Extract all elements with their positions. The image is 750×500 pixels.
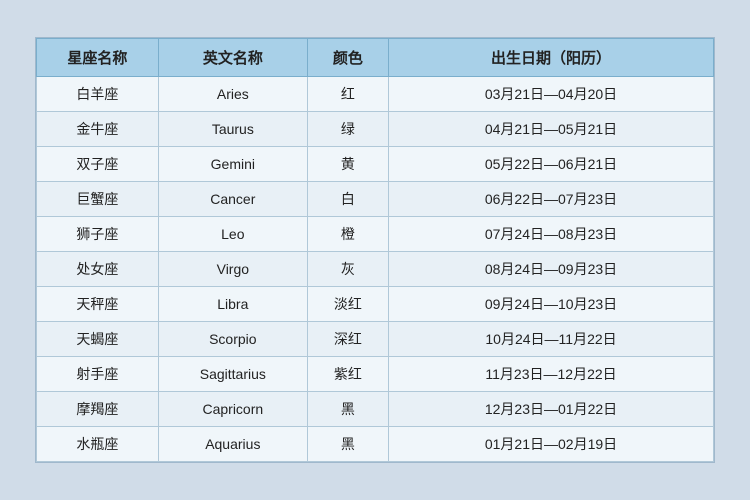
zodiac-table-container: 星座名称 英文名称 颜色 出生日期（阳历） 白羊座Aries红03月21日—04…: [35, 37, 715, 463]
cell-english: Leo: [158, 217, 307, 252]
cell-chinese: 天蝎座: [37, 322, 159, 357]
header-color: 颜色: [307, 39, 388, 77]
table-row: 白羊座Aries红03月21日—04月20日: [37, 77, 714, 112]
table-header-row: 星座名称 英文名称 颜色 出生日期（阳历）: [37, 39, 714, 77]
cell-date: 01月21日—02月19日: [389, 427, 714, 462]
cell-date: 05月22日—06月21日: [389, 147, 714, 182]
table-row: 天秤座Libra淡红09月24日—10月23日: [37, 287, 714, 322]
cell-english: Scorpio: [158, 322, 307, 357]
cell-date: 08月24日—09月23日: [389, 252, 714, 287]
table-row: 双子座Gemini黄05月22日—06月21日: [37, 147, 714, 182]
cell-english: Libra: [158, 287, 307, 322]
cell-color: 黄: [307, 147, 388, 182]
cell-english: Taurus: [158, 112, 307, 147]
header-date: 出生日期（阳历）: [389, 39, 714, 77]
cell-english: Aquarius: [158, 427, 307, 462]
cell-chinese: 水瓶座: [37, 427, 159, 462]
cell-color: 黑: [307, 392, 388, 427]
cell-color: 灰: [307, 252, 388, 287]
cell-chinese: 处女座: [37, 252, 159, 287]
cell-color: 红: [307, 77, 388, 112]
cell-chinese: 双子座: [37, 147, 159, 182]
table-row: 摩羯座Capricorn黑12月23日—01月22日: [37, 392, 714, 427]
table-row: 天蝎座Scorpio深红10月24日—11月22日: [37, 322, 714, 357]
cell-date: 09月24日—10月23日: [389, 287, 714, 322]
cell-date: 07月24日—08月23日: [389, 217, 714, 252]
cell-color: 橙: [307, 217, 388, 252]
cell-chinese: 摩羯座: [37, 392, 159, 427]
cell-english: Aries: [158, 77, 307, 112]
table-row: 狮子座Leo橙07月24日—08月23日: [37, 217, 714, 252]
header-chinese: 星座名称: [37, 39, 159, 77]
zodiac-table: 星座名称 英文名称 颜色 出生日期（阳历） 白羊座Aries红03月21日—04…: [36, 38, 714, 462]
cell-date: 06月22日—07月23日: [389, 182, 714, 217]
table-row: 处女座Virgo灰08月24日—09月23日: [37, 252, 714, 287]
cell-date: 04月21日—05月21日: [389, 112, 714, 147]
cell-chinese: 射手座: [37, 357, 159, 392]
table-row: 巨蟹座Cancer白06月22日—07月23日: [37, 182, 714, 217]
cell-chinese: 巨蟹座: [37, 182, 159, 217]
cell-chinese: 白羊座: [37, 77, 159, 112]
cell-chinese: 金牛座: [37, 112, 159, 147]
cell-color: 绿: [307, 112, 388, 147]
cell-date: 12月23日—01月22日: [389, 392, 714, 427]
table-row: 水瓶座Aquarius黑01月21日—02月19日: [37, 427, 714, 462]
cell-color: 黑: [307, 427, 388, 462]
cell-color: 深红: [307, 322, 388, 357]
cell-english: Virgo: [158, 252, 307, 287]
cell-date: 03月21日—04月20日: [389, 77, 714, 112]
table-row: 金牛座Taurus绿04月21日—05月21日: [37, 112, 714, 147]
cell-english: Sagittarius: [158, 357, 307, 392]
header-english: 英文名称: [158, 39, 307, 77]
cell-chinese: 狮子座: [37, 217, 159, 252]
table-row: 射手座Sagittarius紫红11月23日—12月22日: [37, 357, 714, 392]
cell-english: Cancer: [158, 182, 307, 217]
cell-color: 白: [307, 182, 388, 217]
cell-color: 紫红: [307, 357, 388, 392]
cell-date: 10月24日—11月22日: [389, 322, 714, 357]
cell-english: Gemini: [158, 147, 307, 182]
cell-chinese: 天秤座: [37, 287, 159, 322]
cell-color: 淡红: [307, 287, 388, 322]
cell-date: 11月23日—12月22日: [389, 357, 714, 392]
cell-english: Capricorn: [158, 392, 307, 427]
